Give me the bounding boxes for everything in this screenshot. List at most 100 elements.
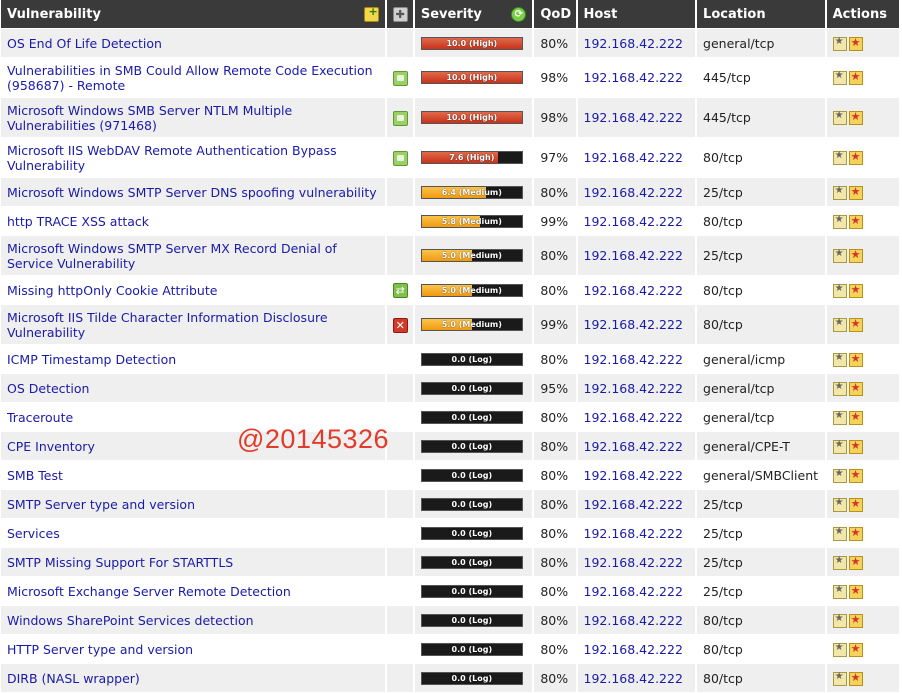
- host-link[interactable]: 192.168.42.222: [584, 185, 683, 200]
- add-note-icon[interactable]: [832, 613, 847, 628]
- vulnerability-header-label[interactable]: Vulnerability: [7, 7, 101, 22]
- add-override-icon[interactable]: [848, 248, 863, 264]
- add-note-icon[interactable]: [832, 352, 847, 367]
- vulnerability-link[interactable]: SMB Test: [7, 468, 63, 483]
- vulnerability-link[interactable]: OS Detection: [7, 381, 89, 396]
- host-link[interactable]: 192.168.42.222: [584, 150, 683, 165]
- column-header-location[interactable]: Location: [697, 0, 825, 29]
- vulnerability-link[interactable]: ICMP Timestamp Detection: [7, 352, 176, 367]
- add-note-icon[interactable]: [832, 381, 847, 396]
- add-note-icon[interactable]: [832, 410, 847, 425]
- host-link[interactable]: 192.168.42.222: [584, 36, 683, 51]
- add-override-icon[interactable]: [848, 642, 863, 657]
- vulnerability-link[interactable]: Microsoft IIS WebDAV Remote Authenticati…: [7, 143, 337, 173]
- host-link[interactable]: 192.168.42.222: [584, 410, 683, 425]
- host-link[interactable]: 192.168.42.222: [584, 526, 683, 541]
- host-link[interactable]: 192.168.42.222: [584, 352, 683, 367]
- add-override-icon[interactable]: [848, 555, 863, 570]
- severity-header-label[interactable]: Severity: [421, 7, 482, 22]
- column-header-vulnerability[interactable]: Vulnerability: [1, 0, 385, 29]
- add-override-icon[interactable]: [848, 439, 863, 454]
- host-link[interactable]: 192.168.42.222: [584, 283, 683, 298]
- add-override-icon[interactable]: [848, 283, 863, 298]
- host-link[interactable]: 192.168.42.222: [584, 317, 683, 332]
- add-override-icon[interactable]: [848, 381, 863, 396]
- add-note-icon[interactable]: [832, 185, 847, 200]
- vulnerability-link[interactable]: Microsoft Exchange Server Remote Detecti…: [7, 584, 291, 599]
- host-link[interactable]: 192.168.42.222: [584, 613, 683, 628]
- column-header-host[interactable]: Host: [577, 0, 696, 29]
- qod-header-label[interactable]: QoD: [540, 7, 571, 22]
- vulnerability-link[interactable]: SMTP Missing Support For STARTTLS: [7, 555, 233, 570]
- vulnerability-link[interactable]: Windows SharePoint Services detection: [7, 613, 254, 628]
- host-link[interactable]: 192.168.42.222: [584, 671, 683, 686]
- vulnerability-link[interactable]: SMTP Server type and version: [7, 497, 195, 512]
- note-icon[interactable]: [392, 150, 408, 166]
- host-link[interactable]: 192.168.42.222: [584, 110, 683, 125]
- vulnerability-link[interactable]: Microsoft Windows SMB Server NTLM Multip…: [7, 103, 292, 133]
- add-note-icon[interactable]: [832, 70, 847, 86]
- add-note-icon[interactable]: [832, 439, 847, 454]
- new-note-icon[interactable]: [363, 5, 379, 22]
- note-icon[interactable]: [392, 70, 408, 86]
- vulnerability-link[interactable]: DIRB (NASL wrapper): [7, 671, 140, 686]
- note-icon[interactable]: [392, 110, 408, 126]
- vulnerability-link[interactable]: Microsoft Windows SMTP Server DNS spoofi…: [7, 185, 377, 200]
- vulnerability-link[interactable]: Services: [7, 526, 60, 541]
- vulnerability-link[interactable]: Missing httpOnly Cookie Attribute: [7, 283, 217, 298]
- vulnerability-link[interactable]: HTTP Server type and version: [7, 642, 193, 657]
- add-override-icon[interactable]: [848, 468, 863, 483]
- vulnerability-link[interactable]: CPE Inventory: [7, 439, 95, 454]
- host-link[interactable]: 192.168.42.222: [584, 642, 683, 657]
- host-header-label[interactable]: Host: [584, 7, 618, 22]
- add-override-icon[interactable]: [848, 36, 863, 51]
- add-note-icon[interactable]: [832, 248, 847, 264]
- add-override-icon[interactable]: [848, 584, 863, 599]
- vulnerability-link[interactable]: OS End Of Life Detection: [7, 36, 162, 51]
- add-override-icon[interactable]: [848, 497, 863, 512]
- column-header-qod[interactable]: QoD: [534, 0, 576, 29]
- add-note-icon[interactable]: [832, 555, 847, 570]
- host-link[interactable]: 192.168.42.222: [584, 497, 683, 512]
- add-override-icon[interactable]: [848, 70, 863, 86]
- add-note-icon[interactable]: [832, 283, 847, 298]
- vulnerability-link[interactable]: http TRACE XSS attack: [7, 214, 149, 229]
- add-note-icon[interactable]: [832, 150, 847, 166]
- host-link[interactable]: 192.168.42.222: [584, 248, 683, 263]
- host-link[interactable]: 192.168.42.222: [584, 468, 683, 483]
- vulnerability-link[interactable]: Vulnerabilities in SMB Could Allow Remot…: [7, 63, 373, 93]
- host-link[interactable]: 192.168.42.222: [584, 214, 683, 229]
- add-note-icon[interactable]: [832, 110, 847, 126]
- vulnerability-link[interactable]: Microsoft IIS Tilde Character Informatio…: [7, 310, 328, 340]
- add-override-icon[interactable]: [848, 317, 863, 333]
- vulnerability-link[interactable]: Traceroute: [7, 410, 73, 425]
- add-override-icon[interactable]: [848, 671, 863, 686]
- location-header-label[interactable]: Location: [703, 7, 766, 22]
- host-link[interactable]: 192.168.42.222: [584, 381, 683, 396]
- column-header-severity[interactable]: Severity ⟳: [414, 0, 533, 29]
- add-override-icon[interactable]: [848, 214, 863, 229]
- add-note-icon[interactable]: [832, 214, 847, 229]
- add-override-icon[interactable]: [848, 410, 863, 425]
- override-icon[interactable]: ⇄: [392, 283, 408, 298]
- add-note-icon[interactable]: [832, 317, 847, 333]
- vulnerability-link[interactable]: Microsoft Windows SMTP Server MX Record …: [7, 241, 337, 271]
- host-link[interactable]: 192.168.42.222: [584, 439, 683, 454]
- add-override-icon[interactable]: [848, 110, 863, 126]
- refresh-icon[interactable]: ⟳: [511, 6, 527, 22]
- add-override-icon[interactable]: [848, 150, 863, 166]
- host-link[interactable]: 192.168.42.222: [584, 584, 683, 599]
- add-note-icon[interactable]: [832, 468, 847, 483]
- add-override-icon[interactable]: [848, 613, 863, 628]
- add-note-icon[interactable]: [832, 526, 847, 541]
- add-note-icon[interactable]: [832, 497, 847, 512]
- add-override-icon[interactable]: [848, 352, 863, 367]
- false-positive-icon[interactable]: ✕: [392, 317, 408, 333]
- add-override-icon[interactable]: [848, 185, 863, 200]
- add-note-icon[interactable]: [832, 671, 847, 686]
- host-link[interactable]: 192.168.42.222: [584, 70, 683, 85]
- add-note-icon[interactable]: [832, 584, 847, 599]
- host-link[interactable]: 192.168.42.222: [584, 555, 683, 570]
- add-note-icon[interactable]: [832, 642, 847, 657]
- add-note-icon[interactable]: [832, 36, 847, 51]
